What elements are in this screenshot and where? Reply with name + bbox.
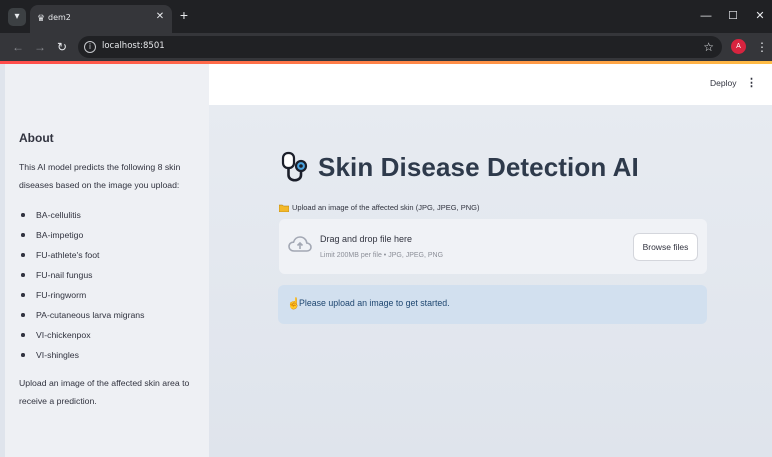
info-message: Please upload an image to get started. [299, 298, 450, 308]
address-bar[interactable]: i localhost:8501 ☆ [78, 36, 722, 58]
minimize-button[interactable]: — [699, 10, 713, 22]
bullet-icon [21, 273, 25, 277]
disease-label: BA-impetigo [36, 230, 84, 240]
browser-menu-icon[interactable]: ⋮ [756, 39, 768, 55]
disease-label: BA-cellulitis [36, 210, 81, 220]
browser-tab-bar: ▾ ♛ dem2 ✕ + — ☐ ✕ [0, 0, 772, 33]
streamlit-crown-icon: ♛ [36, 13, 46, 23]
about-heading: About [19, 131, 54, 145]
list-item: VI-chickenpox [19, 325, 144, 345]
list-item: BA-impetigo [19, 225, 144, 245]
disease-label: PA-cutaneous larva migrans [36, 310, 145, 320]
tab-search-button[interactable]: ▾ [8, 8, 26, 26]
browser-toolbar: ← → ↻ i localhost:8501 ☆ A ⋮ [0, 33, 772, 61]
cloud-upload-icon [288, 236, 312, 252]
bullet-icon [21, 313, 25, 317]
disease-label: VI-chickenpox [36, 330, 91, 340]
app-page: About This AI model predicts the followi… [0, 61, 772, 457]
dropzone-limit-text: Limit 200MB per file • JPG, JPEG, PNG [320, 252, 444, 259]
deploy-button[interactable]: Deploy [710, 78, 736, 88]
browse-files-button[interactable]: Browse files [633, 233, 698, 261]
info-alert: ☝ Please upload an image to get started. [278, 285, 707, 324]
sidebar: About This AI model predicts the followi… [5, 64, 209, 457]
disease-label: FU-ringworm [36, 290, 87, 300]
main-content: Skin Disease Detection AI Upload an imag… [209, 105, 772, 457]
folder-icon [279, 204, 289, 212]
about-intro-text: This AI model predicts the following 8 s… [19, 162, 181, 190]
app-header: Deploy ⋮ [209, 64, 772, 105]
main-menu-icon[interactable]: ⋮ [746, 76, 757, 90]
bullet-icon [21, 253, 25, 257]
bullet-icon [21, 233, 25, 237]
disease-list: BA-cellulitis BA-impetigo FU-athlete's f… [19, 205, 144, 365]
reload-icon[interactable]: ↻ [54, 39, 70, 55]
forward-arrow-icon[interactable]: → [32, 39, 48, 55]
back-arrow-icon[interactable]: ← [10, 39, 26, 55]
list-item: FU-athlete's foot [19, 245, 144, 265]
new-tab-button[interactable]: + [177, 8, 191, 22]
close-window-button[interactable]: ✕ [753, 10, 767, 22]
site-info-icon[interactable]: i [84, 41, 96, 53]
profile-avatar[interactable]: A [731, 39, 746, 54]
bullet-icon [21, 333, 25, 337]
bookmark-star-icon[interactable]: ☆ [703, 39, 714, 55]
disease-label: FU-nail fungus [36, 270, 93, 280]
list-item: FU-ringworm [19, 285, 144, 305]
tab-title: dem2 [48, 13, 71, 22]
disease-label: VI-shingles [36, 350, 79, 360]
list-item: PA-cutaneous larva migrans [19, 305, 144, 325]
file-dropzone[interactable]: Drag and drop file here Limit 200MB per … [279, 219, 707, 274]
maximize-button[interactable]: ☐ [726, 10, 740, 22]
page-title: Skin Disease Detection AI [318, 152, 639, 182]
dropzone-title: Drag and drop file here [320, 234, 413, 244]
upload-label: Upload an image of the affected skin (JP… [292, 203, 480, 212]
bullet-icon [21, 293, 25, 297]
browser-tab[interactable]: ♛ dem2 ✕ [30, 5, 172, 33]
bullet-icon [21, 353, 25, 357]
list-item: BA-cellulitis [19, 205, 144, 225]
disease-label: FU-athlete's foot [36, 250, 100, 260]
stethoscope-icon [281, 151, 308, 182]
address-url[interactable]: localhost:8501 [102, 41, 165, 51]
close-tab-icon[interactable]: ✕ [154, 11, 166, 23]
bullet-icon [21, 213, 25, 217]
list-item: FU-nail fungus [19, 265, 144, 285]
list-item: VI-shingles [19, 345, 144, 365]
about-footer-text: Upload an image of the affected skin are… [19, 378, 190, 406]
